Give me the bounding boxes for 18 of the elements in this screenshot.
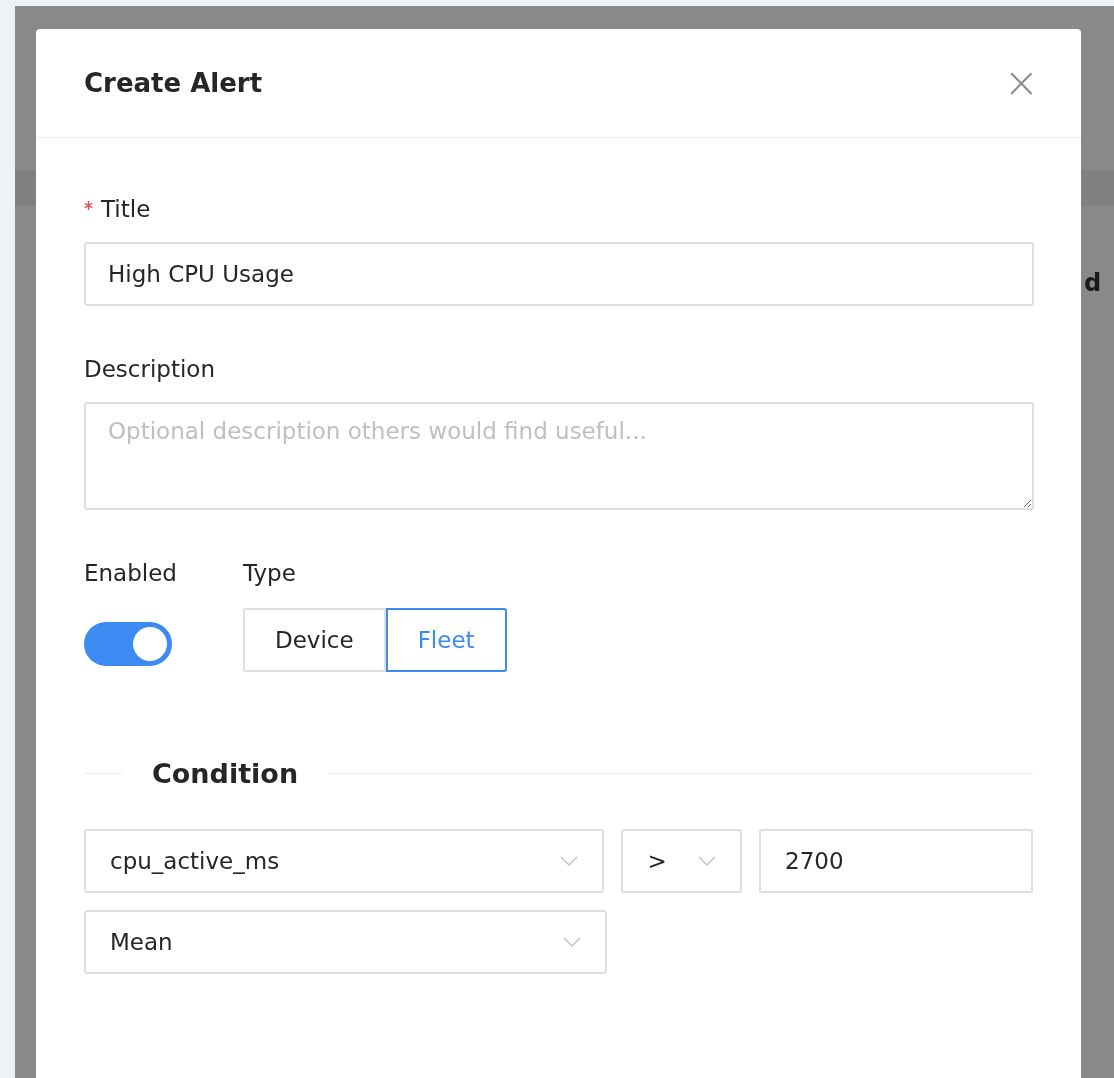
field-label: Title [101, 196, 151, 222]
title-input[interactable]: High CPU Usage [84, 242, 1034, 306]
select-field[interactable]: cpu_active_ms [84, 829, 605, 893]
description-textarea[interactable]: Optional description others would find useful... [84, 402, 1034, 510]
value-input[interactable]: 2700 [759, 829, 1033, 893]
field-label: Type [242, 560, 297, 586]
enabled-switch[interactable] [84, 622, 172, 666]
chevron-down-icon [563, 937, 581, 947]
select-field[interactable]: > [621, 829, 742, 893]
field-label: Enabled [84, 560, 177, 586]
field-label: Description [84, 356, 215, 382]
background-text: d [1084, 269, 1102, 297]
chevron-down-icon [560, 856, 579, 866]
section-heading: Condition [152, 758, 299, 789]
type-option[interactable]: Device [242, 608, 386, 672]
select-field[interactable]: Mean [84, 910, 607, 974]
chevron-down-icon [698, 856, 716, 866]
dialog-title: Create Alert [84, 68, 263, 98]
